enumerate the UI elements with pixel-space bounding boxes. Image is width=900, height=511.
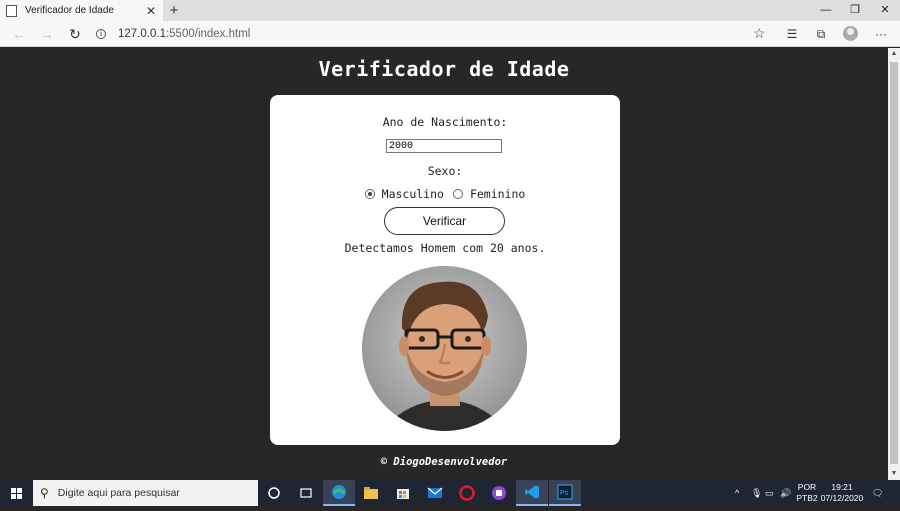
page-icon — [6, 4, 17, 17]
person-photo — [362, 266, 527, 431]
file-explorer-icon[interactable] — [355, 480, 387, 506]
search-placeholder: Digite aqui para pesquisar — [57, 487, 180, 499]
info-icon[interactable]: i — [96, 29, 106, 39]
language-indicator[interactable]: POR PTB2 — [795, 482, 819, 504]
language-code: POR — [797, 482, 817, 492]
vscode-icon[interactable] — [516, 480, 548, 506]
windows-taskbar: ⚲ Digite aqui para pesquisar Ps ^ 🎙 ▭ 🔊 … — [0, 480, 900, 506]
opera-icon[interactable] — [451, 480, 483, 506]
footer-credit: © DiogoDesenvolvedor — [380, 456, 508, 468]
page-scrollbar[interactable]: ▲ ▼ — [888, 48, 900, 480]
url-path: :5500/index.html — [165, 28, 251, 40]
scroll-up-icon[interactable]: ▲ — [888, 48, 900, 60]
sex-radio-group: Masculino Feminino — [270, 187, 620, 201]
scroll-down-icon[interactable]: ▼ — [888, 468, 900, 480]
radio-masculino-label[interactable]: Masculino — [382, 187, 444, 201]
url-host: 127.0.0.1 — [118, 28, 166, 40]
photoshop-icon[interactable]: Ps — [549, 480, 581, 506]
man-portrait-illustration — [362, 266, 527, 431]
browser-tab[interactable]: Verificador de Idade ✕ — [0, 0, 163, 21]
radio-feminino[interactable] — [452, 189, 463, 199]
media-app-icon[interactable] — [483, 480, 515, 506]
page-title: Verificador de Idade — [318, 57, 570, 81]
taskbar-clock[interactable]: 19:21 07/12/2020 — [819, 482, 865, 504]
favorite-star-icon[interactable]: ☆ — [753, 25, 766, 42]
start-button[interactable] — [0, 480, 33, 506]
notifications-icon[interactable]: 🗨 — [872, 480, 883, 506]
back-icon[interactable]: ← — [9, 24, 29, 44]
refresh-icon[interactable]: ↻ — [65, 24, 85, 44]
scrollbar-thumb[interactable] — [890, 62, 898, 464]
forward-icon[interactable]: → — [37, 24, 57, 44]
edge-taskbar-icon[interactable] — [323, 480, 355, 506]
page-viewport: Verificador de Idade Ano de Nascimento: … — [0, 48, 888, 480]
tab-bar: Verificador de Idade ✕ + — ❐ ✕ — [0, 0, 900, 21]
favorites-list-icon[interactable]: ☰ — [783, 25, 801, 43]
show-hidden-icons-icon[interactable]: ^ — [735, 480, 739, 506]
url-field[interactable]: i 127.0.0.1:5500/index.html — [96, 23, 780, 45]
birth-year-input[interactable] — [386, 139, 502, 153]
task-view-icon[interactable] — [290, 480, 322, 506]
address-bar: ← → ↻ i 127.0.0.1:5500/index.html ☆ ☰ ⧉ … — [0, 21, 900, 47]
result-text: Detectamos Homem com 20 anos. — [344, 241, 546, 255]
store-icon[interactable] — [387, 480, 419, 506]
profile-avatar[interactable] — [843, 26, 858, 41]
clock-date: 07/12/2020 — [820, 493, 864, 503]
more-menu-icon[interactable]: ··· — [872, 25, 890, 43]
cortana-icon[interactable] — [258, 480, 290, 506]
clock-time: 19:21 — [831, 482, 853, 492]
close-tab-icon[interactable]: ✕ — [145, 4, 157, 18]
verify-button[interactable]: Verificar — [384, 207, 505, 235]
collections-icon[interactable]: ⧉ — [812, 25, 830, 43]
restore-icon[interactable]: ❐ — [840, 0, 870, 21]
verifier-card: Ano de Nascimento: Sexo: Masculino Femin… — [270, 95, 620, 445]
taskbar-search[interactable]: ⚲ Digite aqui para pesquisar — [33, 480, 258, 506]
minimize-icon[interactable]: — — [811, 0, 841, 21]
windows-logo-icon — [11, 488, 22, 499]
svg-text:Ps: Ps — [560, 490, 569, 497]
mail-icon[interactable] — [419, 480, 451, 506]
close-window-icon[interactable]: ✕ — [870, 0, 900, 21]
radio-masculino[interactable] — [364, 189, 375, 199]
microphone-icon[interactable]: 🎙 — [751, 480, 762, 506]
volume-icon[interactable]: 🔊 — [780, 480, 791, 506]
url-text: 127.0.0.1:5500/index.html — [118, 28, 250, 40]
birth-year-label: Ano de Nascimento: — [382, 115, 508, 129]
sex-label: Sexo: — [427, 164, 463, 178]
search-icon: ⚲ — [40, 486, 49, 500]
tab-title: Verificador de Idade — [25, 5, 114, 16]
network-icon[interactable]: ▭ — [765, 480, 774, 506]
keyboard-layout: PTB2 — [796, 493, 818, 503]
new-tab-button[interactable]: + — [167, 1, 181, 20]
radio-feminino-label[interactable]: Feminino — [470, 187, 525, 201]
